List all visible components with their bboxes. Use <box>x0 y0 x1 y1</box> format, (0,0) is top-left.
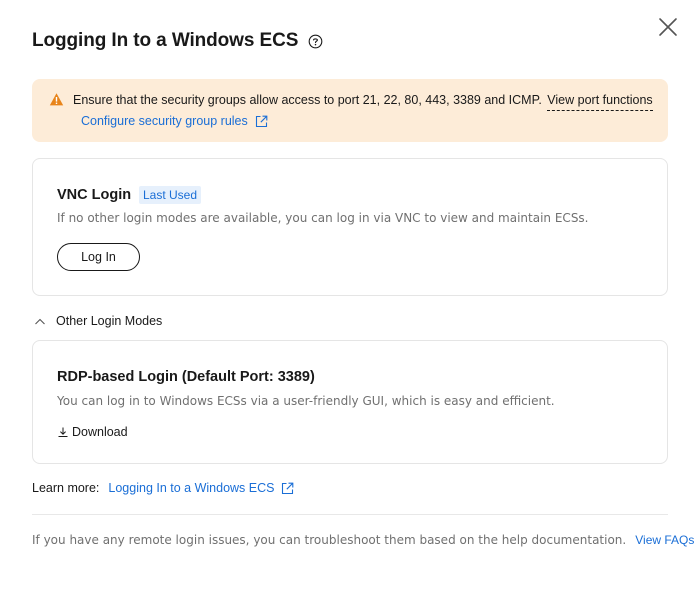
external-link-icon <box>255 115 268 128</box>
rdp-login-title: RDP-based Login (Default Port: 3389) <box>57 369 315 385</box>
view-port-functions-link[interactable]: View port functions <box>547 93 653 111</box>
vnc-login-title: VNC Login <box>57 187 132 203</box>
windows-ecs-doc-link[interactable]: Logging In to a Windows ECS <box>108 481 294 495</box>
learn-more-label: Learn more: <box>32 481 100 495</box>
vnc-login-card: VNC Login Last Used If no other login mo… <box>32 158 668 296</box>
dialog-title: Logging In to a Windows ECS <box>32 30 299 51</box>
vnc-login-description: If no other login modes are available, y… <box>57 211 589 225</box>
footer-text: If you have any remote login issues, you… <box>32 533 627 547</box>
security-group-alert: Ensure that the security groups allow ac… <box>32 79 668 142</box>
other-login-modes-label: Other Login Modes <box>56 314 163 328</box>
question-circle-icon[interactable] <box>308 34 323 49</box>
log-in-button[interactable]: Log In <box>57 243 140 271</box>
last-used-badge: Last Used <box>139 186 202 204</box>
close-button[interactable] <box>655 14 681 40</box>
alert-text: Ensure that the security groups allow ac… <box>73 93 542 107</box>
login-dialog: Logging In to a Windows ECS Ensure that … <box>0 0 700 609</box>
view-faqs-label: View FAQs <box>635 533 695 547</box>
other-login-modes-toggle[interactable]: Other Login Modes <box>34 314 162 328</box>
external-link-icon <box>281 482 294 495</box>
download-button[interactable]: Download <box>57 425 128 439</box>
warning-triangle-icon <box>49 92 64 107</box>
divider <box>32 514 668 515</box>
configure-security-group-label: Configure security group rules <box>81 114 248 128</box>
chevron-up-icon <box>34 315 46 327</box>
alert-message: Ensure that the security groups allow ac… <box>73 93 653 111</box>
download-icon <box>57 426 69 438</box>
learn-more-row: Learn more: Logging In to a Windows ECS <box>32 481 294 495</box>
rdp-login-card: RDP-based Login (Default Port: 3389) You… <box>32 340 668 464</box>
dialog-header: Logging In to a Windows ECS <box>32 30 323 52</box>
download-label: Download <box>72 425 128 439</box>
configure-security-group-link[interactable]: Configure security group rules <box>81 114 268 128</box>
windows-ecs-doc-label: Logging In to a Windows ECS <box>108 481 275 495</box>
footer-help: If you have any remote login issues, you… <box>32 533 700 547</box>
close-icon[interactable] <box>655 14 681 40</box>
view-faqs-link[interactable]: View FAQs <box>635 533 700 547</box>
rdp-login-description: You can log in to Windows ECSs via a use… <box>57 394 555 408</box>
